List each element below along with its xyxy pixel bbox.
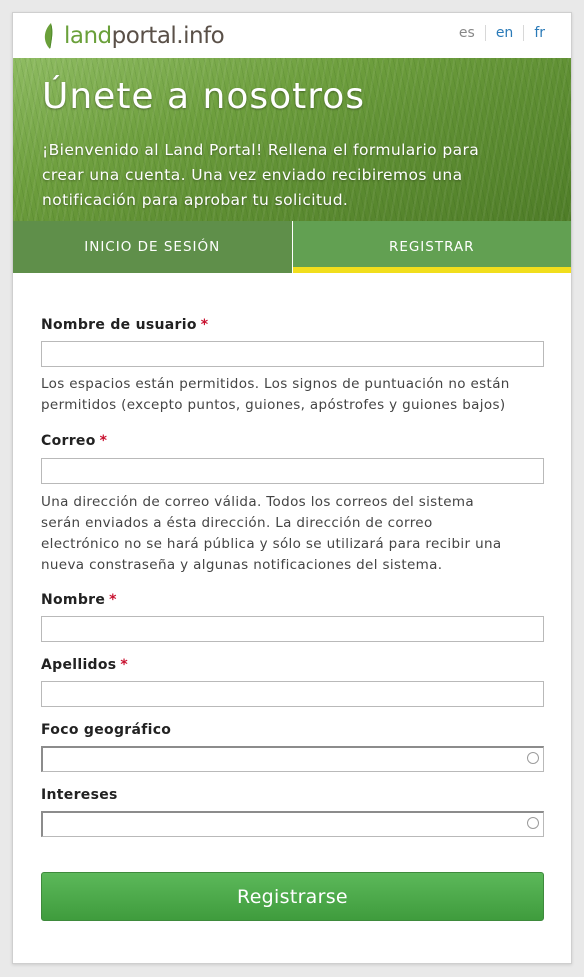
welcome-text: ¡Bienvenido al Land Portal! Rellena el f… — [42, 138, 548, 213]
language-en[interactable]: en — [484, 25, 524, 41]
registration-card: landportal.info es en fr Únete a nosotro… — [12, 12, 572, 964]
last-name-input[interactable] — [41, 681, 544, 707]
interests-select[interactable] — [41, 811, 544, 837]
register-submit-button[interactable]: Registrarse — [41, 872, 544, 921]
tab-login[interactable]: INICIO DE SESIÓN — [13, 221, 293, 273]
email-help: Una dirección de correo válida. Todos lo… — [41, 494, 502, 573]
language-switcher: es en fr — [449, 25, 545, 41]
hero-banner: Únete a nosotros ¡Bienvenido al Land Por… — [13, 58, 571, 221]
required-marker: * — [120, 657, 129, 673]
username-help: Los espacios están permitidos. Los signo… — [41, 376, 510, 413]
required-marker: * — [200, 317, 209, 333]
last-name-label: Apellidos * — [41, 657, 129, 673]
first-name-label: Nombre * — [41, 592, 117, 608]
logo-text: landportal.info — [64, 23, 225, 49]
autocomplete-indicator-icon — [527, 817, 539, 829]
language-fr[interactable]: fr — [523, 25, 545, 41]
leaf-icon — [44, 23, 53, 49]
first-name-input[interactable] — [41, 616, 544, 642]
welcome-line: notificación para aprobar tu solicitud. — [42, 191, 349, 209]
interests-label: Intereses — [41, 787, 118, 803]
required-marker: * — [109, 592, 117, 608]
auth-tabs: INICIO DE SESIÓN REGISTRAR — [13, 221, 571, 273]
geo-focus-label: Foco geográfico — [41, 722, 172, 738]
email-input[interactable] — [41, 458, 544, 484]
tab-register[interactable]: REGISTRAR — [292, 221, 571, 273]
site-header: landportal.info es en fr — [13, 13, 571, 58]
email-label: Correo * — [41, 433, 108, 449]
welcome-line: ¡Bienvenido al Land Portal! Rellena el f… — [42, 141, 480, 159]
autocomplete-indicator-icon — [527, 752, 539, 764]
geo-focus-select[interactable] — [41, 746, 544, 772]
username-input[interactable] — [41, 341, 544, 367]
site-logo[interactable]: landportal.info — [41, 21, 225, 51]
welcome-line: crear una cuenta. Una vez enviado recibi… — [42, 166, 463, 184]
required-marker: * — [99, 433, 108, 449]
page-title: Únete a nosotros — [42, 76, 366, 117]
username-label: Nombre de usuario * — [41, 317, 209, 333]
language-es[interactable]: es — [449, 25, 485, 41]
